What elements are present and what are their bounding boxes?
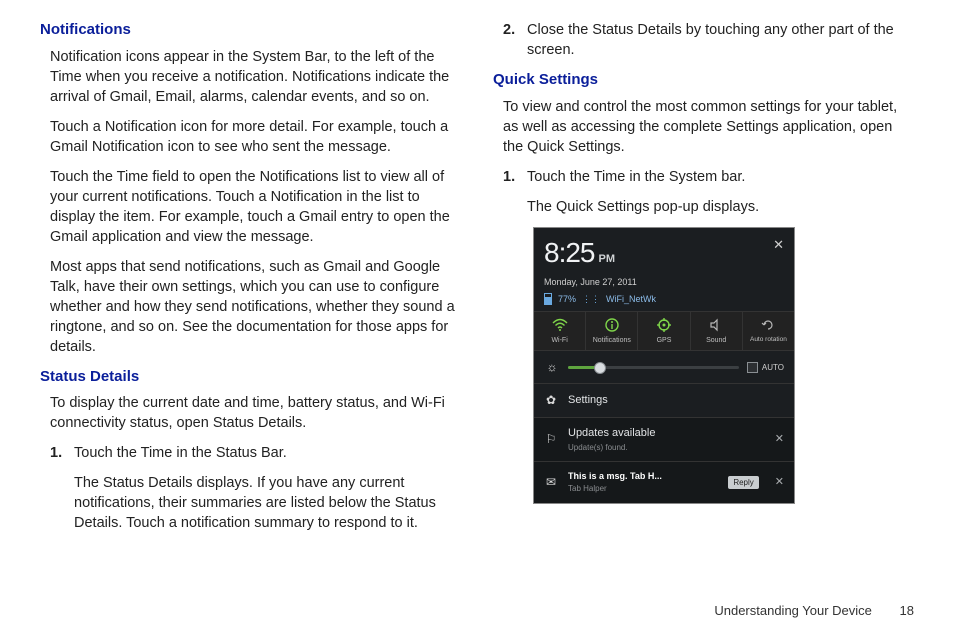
settings-row[interactable]: ✿ Settings	[534, 384, 794, 418]
heading-status-details: Status Details	[40, 367, 461, 388]
list-text: Touch the Time in the System bar.	[527, 167, 914, 187]
list-item: 2. Close the Status Details by touching …	[503, 20, 914, 60]
notif-sub: Update(s) found.	[568, 442, 765, 453]
para: To view and control the most common sett…	[503, 97, 914, 157]
status-line: 77% ⋮⋮ WiFi_NetWk	[534, 289, 794, 311]
quick-settings-row: Wi-Fi Notifications GPS Sound Auto rotat…	[534, 311, 794, 351]
notification-row[interactable]: ⚐ Updates available Update(s) found. ✕	[534, 418, 794, 462]
auto-brightness-toggle[interactable]: AUTO	[747, 362, 784, 373]
para: Touch a Notification icon for more detai…	[50, 117, 461, 157]
heading-quick-settings: Quick Settings	[493, 70, 914, 91]
notification-row[interactable]: ✉ This is a msg. Tab H... Tab Halper Rep…	[534, 462, 794, 502]
settings-label: Settings	[568, 393, 784, 408]
sound-icon	[691, 318, 742, 334]
para: Notification icons appear in the System …	[50, 47, 461, 107]
list-subtext: The Status Details displays. If you have…	[74, 473, 461, 533]
battery-percent: 77%	[558, 293, 576, 305]
qs-sound[interactable]: Sound	[691, 312, 743, 350]
qs-gps[interactable]: GPS	[638, 312, 690, 350]
battery-icon	[544, 293, 552, 305]
page-footer: Understanding Your Device 18	[714, 602, 914, 620]
list-subtext: The Quick Settings pop-up displays.	[527, 197, 914, 217]
notif-title: This is a msg. Tab H...	[568, 470, 718, 482]
wifi-icon: ⋮⋮	[582, 293, 600, 305]
heading-notifications: Notifications	[40, 20, 461, 41]
footer-section: Understanding Your Device	[714, 603, 872, 618]
list-text: Touch the Time in the Status Bar.	[74, 443, 461, 463]
wifi-ssid: WiFi_NetWk	[606, 293, 656, 305]
notif-sub: Tab Halper	[568, 483, 718, 494]
list-text: Close the Status Details by touching any…	[527, 20, 914, 60]
list-number: 1.	[50, 443, 74, 533]
right-column: 2. Close the Status Details by touching …	[493, 20, 914, 543]
dismiss-icon[interactable]: ✕	[775, 432, 784, 447]
panel-date: Monday, June 27, 2011	[534, 276, 794, 288]
list-item: 1. Touch the Time in the System bar. The…	[503, 167, 914, 217]
footer-page: 18	[900, 602, 914, 620]
notif-title: Updates available	[568, 426, 765, 441]
update-icon: ⚐	[544, 431, 558, 448]
reply-button[interactable]: Reply	[728, 476, 758, 489]
close-icon[interactable]: ✕	[771, 234, 786, 256]
qs-notifications[interactable]: Notifications	[586, 312, 638, 350]
brightness-slider-row: ☼ AUTO	[534, 351, 794, 385]
wifi-icon	[534, 318, 585, 334]
left-column: Notifications Notification icons appear …	[40, 20, 461, 543]
device-screenshot: 8:25 PM ✕ Monday, June 27, 2011 77% ⋮⋮ W…	[533, 227, 795, 504]
para: Touch the Time field to open the Notific…	[50, 167, 461, 247]
gear-icon: ✿	[544, 392, 558, 409]
list-item: 1. Touch the Time in the Status Bar. The…	[50, 443, 461, 533]
qs-wifi[interactable]: Wi-Fi	[534, 312, 586, 350]
brightness-slider[interactable]	[568, 366, 739, 369]
para: To display the current date and time, ba…	[50, 393, 461, 433]
info-icon	[586, 318, 637, 334]
list-number: 1.	[503, 167, 527, 217]
dismiss-icon[interactable]: ✕	[775, 475, 784, 490]
gps-icon	[638, 318, 689, 334]
panel-time: 8:25 PM	[544, 234, 615, 273]
list-number: 2.	[503, 20, 527, 60]
message-icon: ✉	[544, 474, 558, 491]
para: Most apps that send notifications, such …	[50, 257, 461, 357]
brightness-icon: ☼	[544, 359, 560, 376]
qs-autorotation[interactable]: Auto rotation	[743, 312, 794, 350]
rotate-icon	[743, 318, 794, 334]
